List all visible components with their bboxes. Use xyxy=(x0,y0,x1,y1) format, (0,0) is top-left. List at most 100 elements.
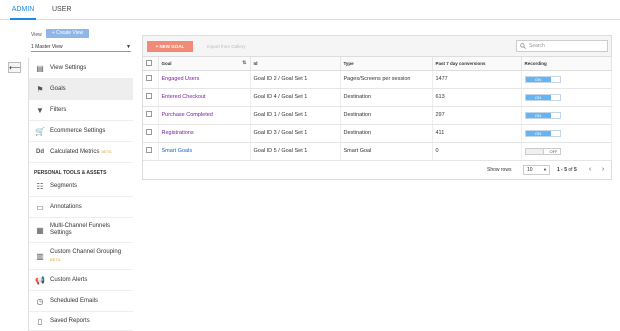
goal-id: Goal ID 1 / Goal Set 1 xyxy=(250,106,341,125)
goal-id: Goal ID 4 / Goal Set 1 xyxy=(250,88,341,107)
pagination-range-value: 1 - 5 xyxy=(557,167,568,173)
sort-icon: ⇅ xyxy=(242,60,247,66)
sidebar-item-label: Goals xyxy=(50,85,66,92)
tab-admin[interactable]: ADMIN xyxy=(10,0,36,20)
sidebar-item-custom-channel-grouping[interactable]: ▥ Custom Channel Grouping BETA xyxy=(29,243,133,270)
table-row[interactable]: Smart Goals Goal ID 5 / Goal Set 1 Smart G… xyxy=(143,142,612,161)
next-page-icon[interactable]: › xyxy=(599,165,607,175)
table-row[interactable]: Registrations Goal ID 3 / Goal Set 1 Desti… xyxy=(143,124,612,143)
sidebar-item-multi-channel-funnels-settings[interactable]: ▦ Multi-Channel Funnels Settings xyxy=(29,218,133,243)
sidebar-item-goals[interactable]: ⚑ Goals xyxy=(29,79,133,100)
segments-icon: ☷ xyxy=(36,181,44,191)
previous-page-icon[interactable]: ‹ xyxy=(586,165,594,175)
column-header-id[interactable]: Id xyxy=(250,57,341,71)
back-arrow-icon[interactable]: ⟵ xyxy=(8,62,21,73)
select-all-cell xyxy=(143,57,159,71)
sidebar-item-filters[interactable]: ▼ Filters xyxy=(29,100,133,121)
cart-icon: 🛒 xyxy=(35,126,45,136)
search-input[interactable]: Search xyxy=(516,40,608,52)
rows-per-page-select[interactable]: 10 ▼ xyxy=(523,165,550,175)
annotation-icon: ▭ xyxy=(36,202,44,212)
goal-id: Goal ID 2 / Goal Set 1 xyxy=(250,70,341,89)
sidebar-item-calculated-metrics[interactable]: Dd Calculated Metrics BETA xyxy=(29,142,133,163)
document-icon: ▯ xyxy=(37,316,43,326)
row-checkbox[interactable] xyxy=(146,93,152,99)
goals-table: Goal ⇅ Id Type Past 7 day conversions Rec… xyxy=(143,57,612,161)
sidebar-item-label-wrap: Custom Channel Grouping BETA xyxy=(50,249,130,264)
goal-type: Destination xyxy=(340,124,433,143)
column-header-goal[interactable]: Goal ⇅ xyxy=(158,57,251,71)
sidebar-item-label: Saved Reports xyxy=(50,317,90,324)
recording-cell: ON xyxy=(521,124,612,143)
goal-conversions: 297 xyxy=(432,106,522,125)
funnel-icon: ▦ xyxy=(36,225,44,235)
sidebar-item-custom-alerts[interactable]: 📢 Custom Alerts xyxy=(29,270,133,291)
rows-per-page-value: 10 xyxy=(527,167,533,173)
top-nav: ADMIN USER xyxy=(0,0,620,20)
row-checkbox[interactable] xyxy=(146,147,152,153)
view-select[interactable]: 1 Master View ▼ xyxy=(31,43,131,52)
goal-type: Pages/Screens per session xyxy=(340,70,433,89)
tab-user[interactable]: USER xyxy=(52,0,71,20)
row-checkbox[interactable] xyxy=(146,111,152,117)
sidebar-item-label: Custom Alerts xyxy=(50,276,88,283)
sidebar-item-label: Ecommerce Settings xyxy=(50,127,106,134)
create-view-button[interactable]: + Create View xyxy=(46,29,89,38)
toggle-state: ON xyxy=(525,94,551,100)
goals-toolbar: + NEW GOAL Import from Gallery Search xyxy=(143,36,611,57)
recording-toggle[interactable]: ON xyxy=(524,75,561,83)
sidebar-item-annotations[interactable]: ▭ Annotations xyxy=(29,197,133,218)
sidebar-item-ecommerce-settings[interactable]: 🛒 Ecommerce Settings xyxy=(29,121,133,142)
row-checkbox[interactable] xyxy=(146,75,152,81)
select-all-checkbox[interactable] xyxy=(146,59,152,66)
beta-badge: BETA xyxy=(50,256,61,262)
table-header-row: Goal ⇅ Id Type Past 7 day conversions Rec… xyxy=(143,57,612,71)
flag-icon: ⚑ xyxy=(36,84,44,94)
goal-name-link[interactable]: Purchase Completed xyxy=(158,106,251,125)
goal-name-link[interactable]: Smart Goals xyxy=(158,142,251,161)
table-row[interactable]: Purchase Completed Goal ID 1 / Goal Set 1… xyxy=(143,106,612,125)
recording-toggle[interactable]: ON xyxy=(524,111,561,119)
column-header-conversions[interactable]: Past 7 day conversions xyxy=(432,57,522,71)
table-row[interactable]: Entered Checkout Goal ID 4 / Goal Set 1 De… xyxy=(143,88,612,107)
goal-type: Destination xyxy=(340,106,433,125)
table-row[interactable]: Engaged Users Goal ID 2 / Goal Set 1 Pages… xyxy=(143,70,612,89)
table-footer: Show rows 10 ▼ 1 - 5 of 5 ‹ › xyxy=(143,161,611,180)
view-label: View xyxy=(31,32,42,38)
recording-toggle[interactable]: ON xyxy=(524,93,561,101)
pagination-total: 5 xyxy=(573,167,577,173)
row-select-cell xyxy=(143,88,159,107)
row-select-cell xyxy=(143,70,159,89)
sidebar-item-label-wrap: Calculated Metrics BETA xyxy=(50,148,112,156)
import-from-gallery-button[interactable]: Import from Gallery xyxy=(207,41,246,52)
column-header-recording[interactable]: Recording xyxy=(521,57,612,71)
megaphone-icon: 📢 xyxy=(35,275,45,285)
new-goal-button[interactable]: + NEW GOAL xyxy=(147,41,193,52)
toggle-state: ON xyxy=(525,130,551,136)
pagination-of: of xyxy=(568,167,573,173)
row-checkbox[interactable] xyxy=(146,129,152,135)
goal-name-link[interactable]: Entered Checkout xyxy=(158,88,251,107)
goal-name-link[interactable]: Registrations xyxy=(158,124,251,143)
sidebar-item-label: Scheduled Emails xyxy=(50,297,99,304)
recording-toggle[interactable]: OFF xyxy=(524,147,561,155)
column-header-type[interactable]: Type xyxy=(340,57,433,71)
clock-icon: ◷ xyxy=(36,296,44,306)
sidebar-item-label: Segments xyxy=(50,182,78,189)
goal-type: Destination xyxy=(340,88,433,107)
search-icon xyxy=(520,43,526,49)
sidebar-item-view-settings[interactable]: ▤ View Settings xyxy=(29,58,133,79)
goal-name-link[interactable]: Engaged Users xyxy=(158,70,251,89)
recording-cell: ON xyxy=(521,88,612,107)
recording-toggle[interactable]: ON xyxy=(524,129,561,137)
dd-icon: Dd xyxy=(36,149,44,155)
sidebar-item-saved-reports[interactable]: ▯ Saved Reports xyxy=(29,312,133,331)
goal-id: Goal ID 5 / Goal Set 1 xyxy=(250,142,341,161)
grouping-icon: ▥ xyxy=(36,251,44,261)
toggle-state: OFF xyxy=(549,148,558,154)
chevron-down-icon: ▼ xyxy=(543,167,547,172)
sidebar-item-segments[interactable]: ☷ Segments xyxy=(29,176,133,197)
sidebar-item-label: Annotations xyxy=(50,203,82,210)
sidebar-item-scheduled-emails[interactable]: ◷ Scheduled Emails xyxy=(29,291,133,312)
sidebar-item-label: Multi-Channel Funnels Settings xyxy=(50,223,111,236)
